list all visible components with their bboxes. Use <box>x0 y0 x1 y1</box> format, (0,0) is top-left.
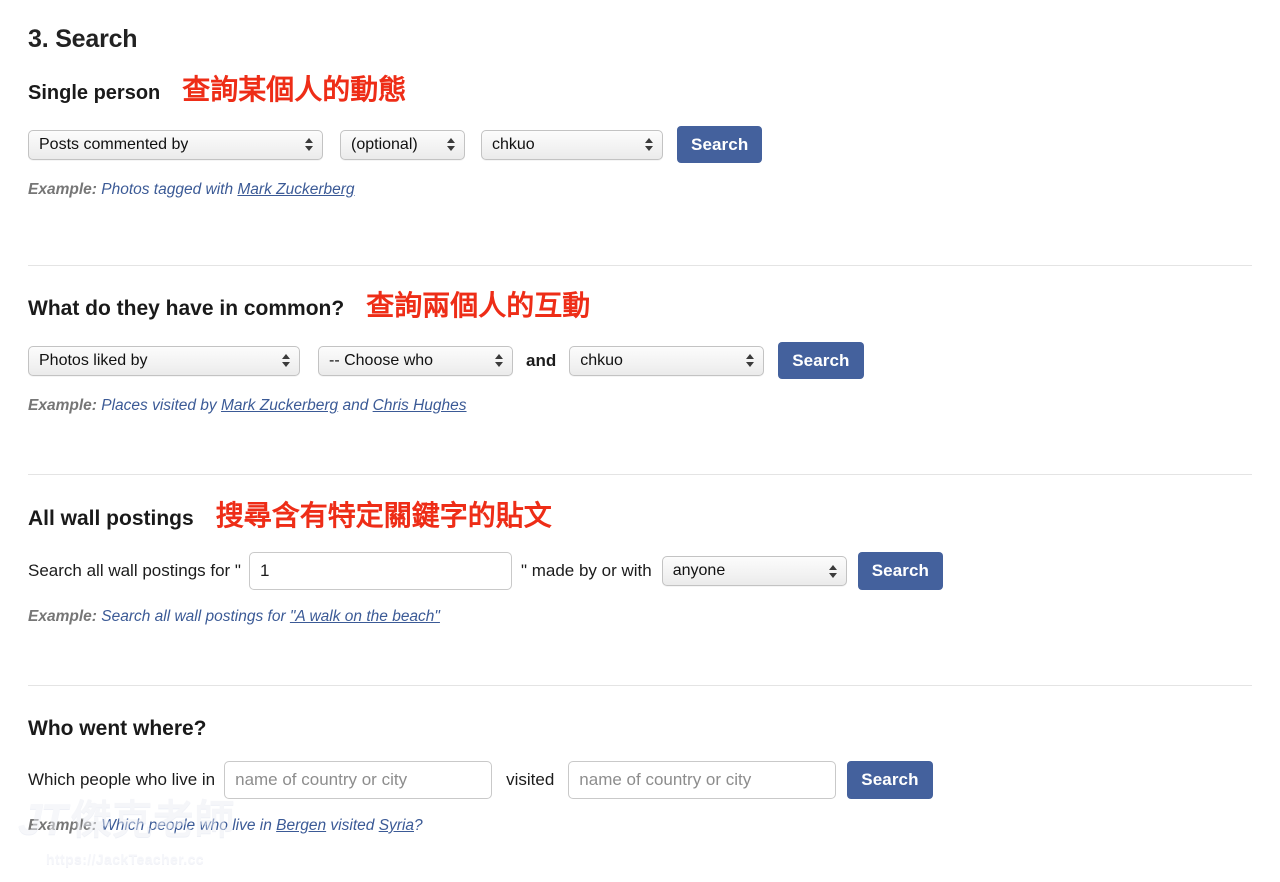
common-person-b-select[interactable]: chkuo <box>569 345 765 376</box>
wall-search-button[interactable]: Search <box>857 552 944 590</box>
section-all-wall-postings: All wall postings 搜尋含有特定關鍵字的貼文 Search al… <box>28 502 944 626</box>
section-in-common: What do they have in common? 查詢兩個人的互動 Ph… <box>28 292 864 415</box>
wall-header: All wall postings 搜尋含有特定關鍵字的貼文 <box>28 502 943 530</box>
single-person-select[interactable]: chkuo <box>481 129 663 160</box>
chevron-updown-icon <box>305 137 314 153</box>
single-action-select-value: Posts commented by <box>39 135 189 153</box>
example-link-destination[interactable]: Syria <box>379 817 414 834</box>
in-common-heading: What do they have in common? <box>28 297 345 320</box>
example-link-person-1[interactable]: Mark Zuckerberg <box>221 397 338 414</box>
section-single-person: Single person 查詢某個人的動態 Posts commented b… <box>28 76 763 199</box>
where-heading: Who went where? <box>28 717 207 740</box>
where-header: Who went where? <box>28 718 933 739</box>
common-example-line: Example: Places visited by Mark Zuckerbe… <box>28 397 864 415</box>
search-page: 3. Search Single person 查詢某個人的動態 Posts c… <box>0 0 1280 882</box>
wall-example-line: Example: Search all wall postings for "A… <box>28 608 943 626</box>
where-prefix-label: Which people who live in <box>28 770 216 789</box>
wall-keyword-input[interactable] <box>248 552 512 590</box>
single-optional-select-value: (optional) <box>351 135 418 153</box>
wall-prefix-label: Search all wall postings for " <box>28 561 241 580</box>
chevron-updown-icon <box>447 137 456 153</box>
page-title: 3. Search <box>28 25 138 53</box>
example-label: Example: <box>28 181 97 198</box>
chevron-updown-icon <box>495 353 504 369</box>
where-search-button[interactable]: Search <box>847 761 933 799</box>
wall-suffix-label: " made by or with <box>520 561 652 580</box>
single-optional-select[interactable]: (optional) <box>340 129 465 160</box>
section-divider-3 <box>28 685 1252 686</box>
section-who-went-where: Who went where? Which people who live in… <box>28 718 933 835</box>
single-action-select[interactable]: Posts commented by <box>28 129 323 160</box>
chevron-updown-icon <box>828 563 838 579</box>
example-label: Example: <box>28 817 97 834</box>
where-middle-label: visited <box>506 770 555 789</box>
example-link-person-2[interactable]: Chris Hughes <box>373 397 467 414</box>
example-text: Search all wall postings for <box>101 608 290 625</box>
wall-annotation: 搜尋含有特定關鍵字的貼文 <box>215 499 552 532</box>
example-text: Photos tagged with <box>101 181 238 198</box>
single-person-heading: Single person <box>28 82 161 104</box>
chevron-updown-icon <box>746 353 755 369</box>
wall-heading: All wall postings <box>28 507 194 530</box>
common-person-b-select-value: chkuo <box>580 351 623 369</box>
example-text-after: ? <box>414 817 423 834</box>
common-person-a-select-value: -- Choose who <box>329 351 434 369</box>
example-text: Places visited by <box>101 397 221 414</box>
chevron-updown-icon <box>645 137 654 153</box>
example-label: Example: <box>28 397 97 414</box>
common-conjunction-label: and <box>526 350 557 370</box>
where-origin-input[interactable] <box>224 761 493 799</box>
example-link-person[interactable]: Mark Zuckerberg <box>237 181 354 198</box>
section-divider-2 <box>28 474 1252 475</box>
where-destination-input[interactable] <box>568 761 837 799</box>
single-person-controls: Posts commented by (optional) chkuo Sear… <box>28 126 763 163</box>
common-person-a-select[interactable]: -- Choose who <box>318 345 513 376</box>
example-text-middle: and <box>338 397 373 414</box>
single-person-select-value: chkuo <box>492 135 535 153</box>
where-example-line: Example: Which people who live in Bergen… <box>28 817 933 835</box>
in-common-annotation: 查詢兩個人的互動 <box>366 289 591 322</box>
example-text-middle: visited <box>326 817 379 834</box>
section-divider-1 <box>28 265 1252 266</box>
chevron-updown-icon <box>282 353 291 369</box>
example-text: Which people who live in <box>101 817 277 834</box>
wall-controls: Search all wall postings for " " made by… <box>28 552 944 590</box>
wall-who-select[interactable]: anyone <box>661 556 847 586</box>
where-controls: Which people who live in visited Search <box>28 761 933 799</box>
wall-who-select-value: anyone <box>672 562 726 579</box>
common-search-button[interactable]: Search <box>778 342 864 379</box>
example-link-phrase[interactable]: "A walk on the beach" <box>290 608 440 625</box>
single-person-header: Single person 查詢某個人的動態 <box>28 76 762 104</box>
common-action-select[interactable]: Photos liked by <box>28 345 300 376</box>
example-link-origin[interactable]: Bergen <box>276 817 326 834</box>
in-common-controls: Photos liked by -- Choose who and chkuo … <box>28 342 864 379</box>
example-label: Example: <box>28 608 97 625</box>
in-common-header: What do they have in common? 查詢兩個人的互動 <box>28 292 864 320</box>
single-search-button[interactable]: Search <box>677 126 763 163</box>
common-action-select-value: Photos liked by <box>39 351 148 369</box>
watermark-url: https://JackTeacher.cc <box>46 851 204 867</box>
single-person-annotation: 查詢某個人的動態 <box>182 73 407 106</box>
single-example-line: Example: Photos tagged with Mark Zuckerb… <box>28 181 762 199</box>
